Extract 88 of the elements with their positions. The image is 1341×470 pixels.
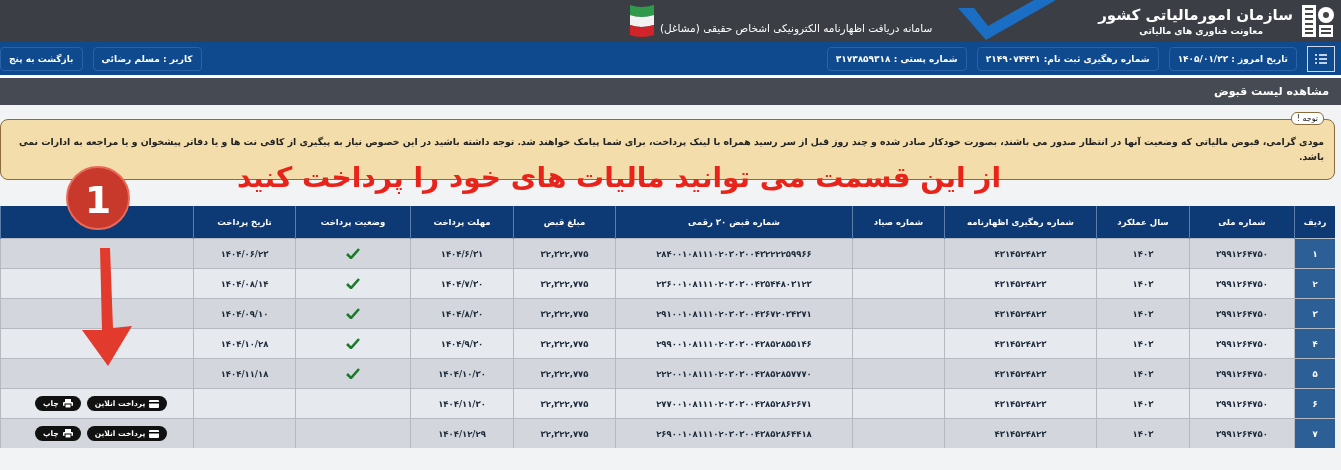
column-header: شماره رهگیری اظهارنامه: [944, 206, 1097, 239]
user-name: کاربر : مسلم رضائی: [92, 46, 202, 71]
check-icon: [346, 278, 360, 289]
emblem-icon: [1301, 4, 1335, 38]
system-title: سامانه دریافت اظهارنامه الکترونیکی اشخاص حقیقی (مشاغل): [660, 21, 933, 34]
notice-legend: توجه !: [1290, 112, 1324, 125]
column-header: شماره ملی: [1189, 206, 1295, 239]
row-number: ۶: [1294, 388, 1335, 419]
table-cell: ۲۲۲۰۰۱۰۸۱۱۱۰۲۰۳۰۳۰۰۴۳۸۵۲۸۵۷۷۷۰: [615, 358, 853, 389]
table-cell: ۴۳۱۴۵۲۴۸۲۳: [944, 358, 1097, 389]
table-cell: ۴۳۱۴۵۲۴۸۲۳: [944, 388, 1097, 419]
column-header: ردیف: [1294, 206, 1335, 239]
table-cell: ۴۳۱۴۵۲۴۸۲۳: [944, 238, 1097, 269]
table-cell: ۲۸۴۰۰۱۰۸۱۱۱۰۲۰۳۰۳۰۰۴۳۲۲۲۲۵۹۹۶۶: [615, 238, 853, 269]
table-cell: ۱۴۰۳: [1096, 418, 1190, 448]
row-number: ۲: [1294, 268, 1335, 299]
row-number: ۵: [1294, 358, 1335, 389]
column-header: شماره صیاد: [852, 206, 945, 239]
table-cell: ۱۴۰۳: [1096, 268, 1190, 299]
table-cell: ۲۷۷۰۰۱۰۸۱۱۱۰۲۰۳۰۳۰۰۴۳۸۵۲۸۶۲۶۷۱: [615, 388, 853, 419]
table-cell: ۱۴۰۴/۰۸/۱۴: [193, 268, 296, 299]
card-icon: [149, 429, 160, 438]
table-cell: ۱۴۰۴/۱۱/۱۸: [193, 358, 296, 389]
table-cell: ۱۴۰۴/۶/۳۱: [410, 238, 514, 269]
table-cell: ۴۳۱۴۵۲۴۸۲۳: [944, 328, 1097, 359]
table-cell: ۲۹۱۰۰۱۰۸۱۱۱۰۲۰۳۰۳۰۰۴۳۶۷۲۰۳۴۳۷۱: [615, 298, 853, 329]
row-number: ۴: [1294, 328, 1335, 359]
table-cell: ۳۲,۳۲۲,۷۷۵: [513, 328, 616, 359]
arrow-icon: [80, 248, 134, 366]
table-cell: ۱۴۰۴/۷/۳۰: [410, 268, 514, 299]
table-cell: ۲۶۹۰۰۱۰۸۱۱۱۰۲۰۳۰۳۰۰۴۳۸۵۲۸۶۴۴۱۸: [615, 418, 853, 448]
table-cell: ۳۲,۳۲۲,۷۷۵: [513, 418, 616, 448]
check-icon: [346, 308, 360, 319]
table-cell: ۱۴۰۴/۹/۳۰: [410, 328, 514, 359]
table-cell: ۱۴۰۴/۱۰/۲۸: [193, 328, 296, 359]
printer-icon: [62, 429, 73, 438]
table-cell: ۳۹۹۱۲۶۴۷۵۰: [1189, 358, 1295, 389]
table-cell: ۳۹۹۱۲۶۴۷۵۰: [1189, 238, 1295, 269]
check-icon: [346, 368, 360, 379]
table-cell: ۱۴۰۴/۰۶/۲۳: [193, 238, 296, 269]
column-header: مبلغ قبض: [513, 206, 616, 239]
row-number: ۱: [1294, 238, 1335, 269]
table-cell: ۱۴۰۴/۱۱/۳۰: [410, 388, 514, 419]
printer-icon: [62, 399, 73, 408]
card-icon: [149, 399, 160, 408]
notice-text: مودی گرامی، قبوض مالیاتی که وضعیت آنها در انتظار صدور می باشند، بصورت خودکار صادر شده و چند روز قبل از سر رسید همراه با لینک پرداخت، برای شما پیامک خواهند شد. توجه داشته باشید در این خصوص نیاز به پیگیری از کافی نت ها و یا دفاتر پیشخوان و یا مراجعه به ادارات نمی باشد.: [17, 135, 1324, 164]
table-cell: ۱۴۰۳: [1096, 328, 1190, 359]
table-cell: ۳۹۹۱۲۶۴۷۵۰: [1189, 418, 1295, 448]
column-header: وضعیت پرداخت: [295, 206, 411, 239]
organization-title: سازمان امورمالیاتی کشور: [1098, 5, 1293, 25]
table-cell: ۳۲,۳۲۲,۷۷۵: [513, 298, 616, 329]
table-cell: ۳۹۹۱۲۶۴۷۵۰: [1189, 328, 1295, 359]
column-header: مهلت پرداخت: [410, 206, 514, 239]
organization-subtitle: معاونت فناوری های مالیاتی: [1139, 25, 1264, 37]
registration-number: شماره رهگیری ثبت نام: ۲۱۴۹۰۷۴۴۳۱: [976, 46, 1159, 71]
row-number: ۷: [1294, 418, 1335, 448]
menu-icon: [1315, 53, 1327, 64]
table-cell: ۳۲,۳۲۲,۷۷۵: [513, 358, 616, 389]
table-cell: ۱۴۰۴/۱۲/۲۹: [410, 418, 514, 448]
table-cell: ۲۹۹۰۰۱۰۸۱۱۱۰۲۰۳۰۳۰۰۴۳۸۵۲۸۵۵۱۴۶: [615, 328, 853, 359]
table-cell: ۱۴۰۳: [1096, 238, 1190, 269]
table-cell: ۴۳۱۴۵۲۴۸۲۳: [944, 418, 1097, 448]
column-header: سال عملکرد: [1096, 206, 1190, 239]
column-header: تاریخ پرداخت: [193, 206, 296, 239]
table-cell: ۱۴۰۳: [1096, 388, 1190, 419]
check-icon: [346, 338, 360, 349]
back-button[interactable]: بازگشت به پنج: [0, 46, 83, 71]
table-cell: ۳۹۹۱۲۶۴۷۵۰: [1189, 388, 1295, 419]
table-cell: ۱۴۰۴/۱۰/۳۰: [410, 358, 514, 389]
table-cell: ۲۳۶۰۰۱۰۸۱۱۱۰۲۰۳۰۳۰۰۴۳۵۴۴۸۰۳۱۲۳: [615, 268, 853, 299]
column-header: شماره قبض ۳۰ رقمی: [615, 206, 853, 239]
postal-code: شماره پستی : ۳۱۷۳۸۵۹۳۱۸: [826, 46, 967, 71]
table-cell: ۳۲,۳۲۲,۷۷۵: [513, 268, 616, 299]
table-cell: ۳۲,۳۲۲,۷۷۵: [513, 388, 616, 419]
row-number: ۳: [1294, 298, 1335, 329]
table-cell: ۳۹۹۱۲۶۴۷۵۰: [1189, 298, 1295, 329]
table-cell: ۱۴۰۳: [1096, 298, 1190, 329]
table-cell: ۴۳۱۴۵۲۴۸۲۳: [944, 268, 1097, 299]
menu-button[interactable]: [1307, 45, 1335, 72]
date-label: تاریخ امروز : ۱۴۰۵/۰۱/۲۲: [1168, 46, 1297, 71]
page-title: مشاهده لیست قبوض: [0, 78, 1341, 105]
table-cell: ۳۲,۳۲۲,۷۷۵: [513, 238, 616, 269]
check-icon: [346, 248, 360, 259]
table-cell: ۱۴۰۳: [1096, 358, 1190, 389]
table-cell: ۴۳۱۴۵۲۴۸۲۳: [944, 298, 1097, 329]
table-cell: ۱۴۰۴/۰۹/۱۰: [193, 298, 296, 329]
table-cell: ۱۴۰۴/۸/۳۰: [410, 298, 514, 329]
table-cell: ۳۹۹۱۲۶۴۷۵۰: [1189, 268, 1295, 299]
